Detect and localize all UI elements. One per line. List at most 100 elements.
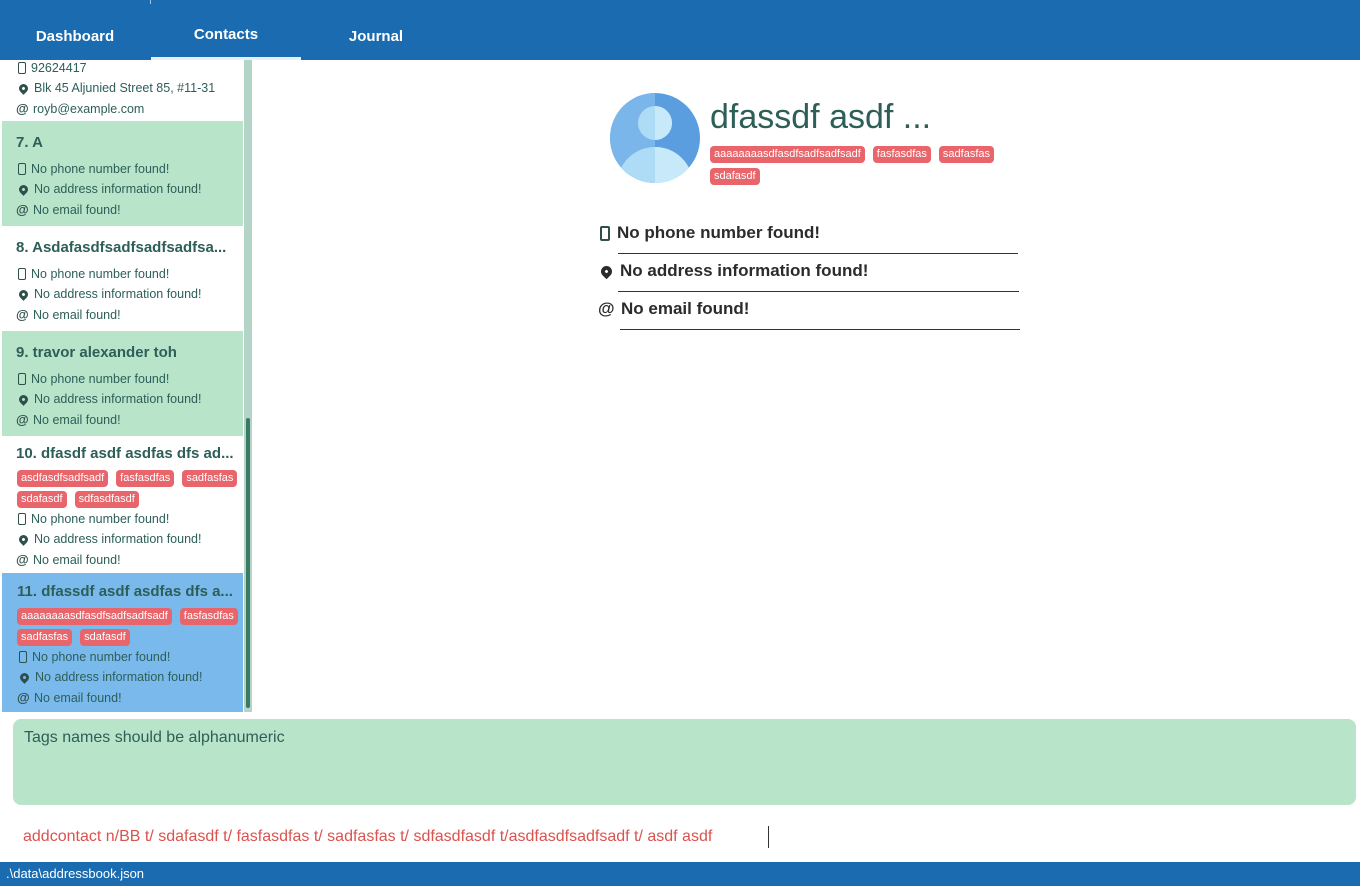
contact-card-11[interactable]: 11. dfassdf asdf asdfas dfs a... aaaaaaa…	[2, 573, 243, 712]
card-address-row: Blk 45 Aljunied Street 85, #11-31	[16, 81, 215, 95]
detail-phone-row: No phone number found!	[598, 223, 820, 243]
card-email: No email found!	[34, 690, 122, 705]
contact-card-8[interactable]: 8. Asdafasdfsadfsadfsadfsa... No phone n…	[2, 226, 243, 331]
tag: sdafasdf	[17, 491, 67, 508]
card-address: Blk 45 Aljunied Street 85, #11-31	[34, 81, 216, 95]
tag: sadfasfas	[938, 146, 995, 163]
card-address: No address information found!	[34, 532, 202, 546]
divider	[620, 329, 1020, 330]
tag: aaaaaaaasdfasdfsadfsadfsadf	[710, 146, 865, 163]
at-icon: @	[598, 299, 615, 318]
tag: sadfasfas	[17, 629, 73, 646]
card-email-row: @ No email found!	[16, 552, 121, 567]
avatar-icon	[610, 93, 700, 183]
card-phone: 92624417	[31, 61, 87, 75]
card-phone-row: No phone number found!	[17, 650, 170, 664]
card-title: 9. travor alexander toh	[16, 344, 177, 361]
status-file-path: .\data\addressbook.json	[6, 866, 145, 881]
detail-email-row: @ No email found!	[598, 299, 749, 319]
tag: sdfasdfasdf	[74, 491, 139, 508]
contact-list[interactable]: 92624417 Blk 45 Aljunied Street 85, #11-…	[0, 60, 252, 712]
card-address-row: No address information found!	[16, 392, 201, 406]
tag: sadfasfas	[182, 470, 238, 487]
tag: fasfasdfas	[872, 146, 931, 163]
list-scrollbar-thumb[interactable]	[246, 418, 250, 708]
at-icon: @	[16, 412, 29, 427]
at-icon: @	[16, 307, 29, 322]
location-pin-icon	[17, 182, 30, 196]
phone-icon	[600, 225, 610, 241]
location-pin-icon	[18, 670, 31, 684]
card-phone-row: No phone number found!	[16, 512, 169, 526]
card-phone: No phone number found!	[31, 372, 170, 386]
card-phone: No phone number found!	[31, 512, 170, 526]
card-title: 10. dfasdf asdf asdfas dfs ad...	[16, 445, 234, 462]
card-address: No address information found!	[34, 182, 202, 196]
divider	[618, 253, 1018, 254]
card-address-row: No address information found!	[16, 182, 201, 196]
phone-icon	[18, 513, 26, 525]
contact-card-10[interactable]: 10. dfasdf asdf asdfas dfs ad... asdfasd…	[2, 436, 243, 573]
tag: asdfasdfsadfsadf	[17, 470, 109, 487]
card-address-row: No address information found!	[16, 287, 201, 301]
card-address-row: No address information found!	[16, 532, 201, 546]
card-email-row: @ No email found!	[17, 690, 122, 705]
card-address: No address information found!	[34, 287, 202, 301]
card-tags-row: asdfasdfsadfsadf fasfasdfas sadfasfas	[17, 470, 238, 487]
text-caret	[768, 826, 769, 848]
tag: sdafasdf	[80, 629, 130, 646]
card-phone: No phone number found!	[31, 162, 170, 176]
status-bar: .\data\addressbook.json	[0, 862, 1360, 886]
phone-icon	[18, 268, 26, 280]
contact-card-7[interactable]: 7. A No phone number found! No address i…	[2, 121, 243, 226]
detail-tags: aaaaaaaasdfasdfsadfsadfsadf fasfasdfas s…	[710, 146, 1000, 185]
at-icon: @	[16, 101, 29, 116]
card-phone-row: 92624417	[16, 61, 87, 75]
detail-name: dfassdf asdf ...	[710, 98, 932, 136]
phone-icon	[18, 62, 26, 74]
command-input[interactable]	[0, 815, 1360, 859]
contact-card-partial[interactable]: 92624417 Blk 45 Aljunied Street 85, #11-…	[2, 60, 243, 121]
location-pin-icon	[17, 532, 30, 546]
card-title: 7. A	[16, 134, 43, 151]
card-title: 11. dfassdf asdf asdfas dfs a...	[17, 583, 233, 600]
card-email-row: @ royb@example.com	[16, 101, 144, 116]
at-icon: @	[17, 690, 30, 705]
detail-phone: No phone number found!	[617, 223, 821, 242]
card-phone: No phone number found!	[32, 650, 171, 664]
card-phone: No phone number found!	[31, 267, 170, 281]
card-address: No address information found!	[35, 670, 203, 684]
card-tags-row: sadfasfas sdafasdf	[17, 629, 130, 646]
card-email-row: @ No email found!	[16, 307, 121, 322]
card-phone-row: No phone number found!	[16, 267, 169, 281]
card-title: 8. Asdafasdfsadfsadfsadfsa...	[16, 239, 227, 256]
tag: sdafasdf	[710, 168, 760, 185]
location-pin-icon	[17, 81, 30, 95]
card-phone-row: No phone number found!	[16, 372, 169, 386]
card-email-row: @ No email found!	[16, 202, 121, 217]
phone-icon	[18, 163, 26, 175]
contact-card-9[interactable]: 9. travor alexander toh No phone number …	[2, 331, 243, 436]
tab-dashboard[interactable]: Dashboard	[0, 12, 150, 60]
result-message: Tags names should be alphanumeric	[24, 729, 285, 746]
detail-address: No address information found!	[620, 261, 869, 280]
window-edge	[150, 0, 151, 4]
card-tags-row: sdafasdf sdfasdfasdf	[17, 491, 139, 508]
card-tags-row: aaaaaaaasdfasdfsadfsadfsadf fasfasdfas	[17, 608, 238, 625]
card-address: No address information found!	[34, 392, 202, 406]
phone-icon	[19, 651, 27, 663]
tag: fasfasdfas	[116, 470, 175, 487]
result-display: Tags names should be alphanumeric	[13, 719, 1356, 805]
location-pin-icon	[17, 287, 30, 301]
tab-contacts[interactable]: Contacts	[151, 12, 301, 60]
tab-journal[interactable]: Journal	[301, 12, 451, 60]
card-email: No email found!	[33, 202, 121, 217]
card-address-row: No address information found!	[17, 670, 202, 684]
phone-icon	[18, 373, 26, 385]
location-pin-icon	[17, 392, 30, 406]
card-email: No email found!	[33, 552, 121, 567]
at-icon: @	[16, 552, 29, 567]
card-email-row: @ No email found!	[16, 412, 121, 427]
card-email: No email found!	[33, 412, 121, 427]
card-email: royb@example.com	[33, 101, 145, 116]
